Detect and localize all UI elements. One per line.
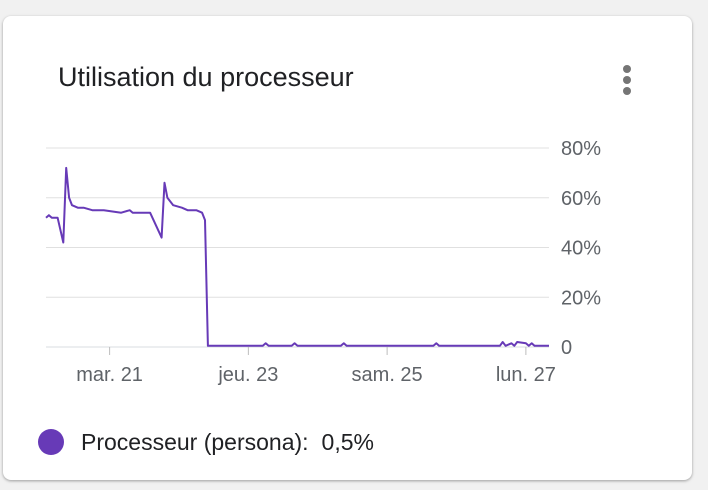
y-tick-label: 40% <box>561 238 601 260</box>
x-tick-label: lun. 27 <box>496 364 556 386</box>
cpu-usage-chart: 80% 60% 40% 20% 0 mar. 21 jeu. 23 sam. 25 lun. 2… <box>45 138 601 386</box>
legend-series-label: Processeur (persona): <box>81 428 309 455</box>
series-color-dot <box>38 429 64 455</box>
x-tick-label: mar. 21 <box>76 364 143 386</box>
chart-legend: Processeur (persona): 0,5% <box>38 422 374 462</box>
y-tick-label: 60% <box>561 188 601 210</box>
legend-series-value: 0,5% <box>321 428 374 455</box>
y-tick-label: 80% <box>561 138 601 160</box>
y-tick-label: 0 <box>561 337 572 359</box>
series-line <box>45 166 549 347</box>
x-tick-label: jeu. 23 <box>217 364 278 386</box>
y-tick-label: 20% <box>561 287 601 309</box>
cpu-usage-card: Utilisation du processeur 80% 60% 40% 20% 0 m… <box>3 16 692 480</box>
x-tick-label: sam. 25 <box>352 364 423 386</box>
